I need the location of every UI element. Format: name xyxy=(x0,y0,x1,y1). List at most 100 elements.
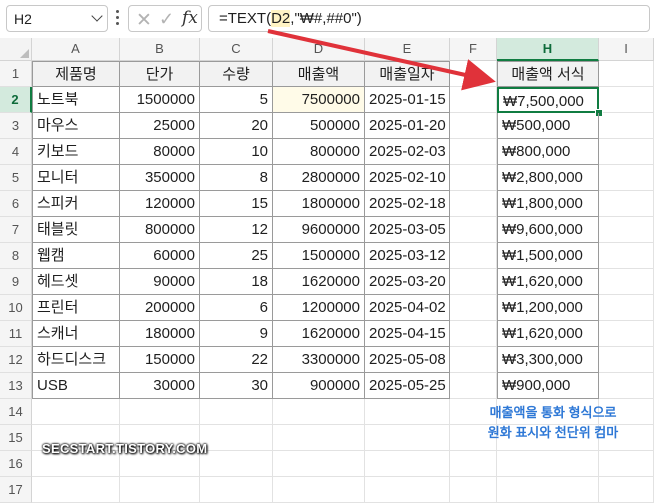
cell-h8[interactable]: ₩1,500,000 xyxy=(497,243,599,269)
table-header-a[interactable]: 제품명 xyxy=(32,61,120,87)
formula-text[interactable]: =TEXT(D2,"₩#,##0") xyxy=(219,10,362,27)
cell-d15[interactable] xyxy=(273,425,365,451)
cell-h17[interactable] xyxy=(497,477,599,503)
cell-i17[interactable] xyxy=(599,477,654,503)
cell-i9[interactable] xyxy=(599,269,654,295)
formula-input[interactable]: =TEXT(D2,"₩#,##0") xyxy=(208,5,650,32)
cell-b3[interactable]: 25000 xyxy=(120,113,200,139)
cell-d4[interactable]: 800000 xyxy=(273,139,365,165)
cell-e16[interactable] xyxy=(365,451,450,477)
cell-f17[interactable] xyxy=(450,477,497,503)
cell-e7[interactable]: 2025-03-05 xyxy=(365,217,450,243)
cell-f5[interactable] xyxy=(450,165,497,191)
cell-f4[interactable] xyxy=(450,139,497,165)
cell-i11[interactable] xyxy=(599,321,654,347)
cell-c8[interactable]: 25 xyxy=(200,243,273,269)
cell-d12[interactable]: 3300000 xyxy=(273,347,365,373)
cell-e14[interactable] xyxy=(365,399,450,425)
cell-a13[interactable]: USB xyxy=(32,373,120,399)
cell-a11[interactable]: 스캐너 xyxy=(32,321,120,347)
cell-a3[interactable]: 마우스 xyxy=(32,113,120,139)
cell-f12[interactable] xyxy=(450,347,497,373)
check-icon[interactable]: ✓ xyxy=(159,9,174,30)
select-all-corner[interactable] xyxy=(0,38,32,61)
cell-d5[interactable]: 2800000 xyxy=(273,165,365,191)
cell-b17[interactable] xyxy=(120,477,200,503)
cell-a9[interactable]: 헤드셋 xyxy=(32,269,120,295)
cell-d7[interactable]: 9600000 xyxy=(273,217,365,243)
row-header-5[interactable]: 5 xyxy=(0,165,32,191)
cell-i7[interactable] xyxy=(599,217,654,243)
cell-e13[interactable]: 2025-05-25 xyxy=(365,373,450,399)
table-header-b[interactable]: 단가 xyxy=(120,61,200,87)
cell-e10[interactable]: 2025-04-02 xyxy=(365,295,450,321)
cell-a10[interactable]: 프린터 xyxy=(32,295,120,321)
cell-h12[interactable]: ₩3,300,000 xyxy=(497,347,599,373)
cell-c2[interactable]: 5 xyxy=(200,87,273,113)
cell-c17[interactable] xyxy=(200,477,273,503)
active-cell-h2[interactable]: ₩7,500,000 xyxy=(497,87,599,113)
cell-f13[interactable] xyxy=(450,373,497,399)
cell-e6[interactable]: 2025-02-18 xyxy=(365,191,450,217)
cell-c14[interactable] xyxy=(200,399,273,425)
cell-b11[interactable]: 180000 xyxy=(120,321,200,347)
table-header-e[interactable]: 매출일자 xyxy=(365,61,450,87)
cell-d16[interactable] xyxy=(273,451,365,477)
cell-h11[interactable]: ₩1,620,000 xyxy=(497,321,599,347)
cell-d11[interactable]: 1620000 xyxy=(273,321,365,347)
cell-a6[interactable]: 스피커 xyxy=(32,191,120,217)
cell-b5[interactable]: 350000 xyxy=(120,165,200,191)
cell-c4[interactable]: 10 xyxy=(200,139,273,165)
cell-b14[interactable] xyxy=(120,399,200,425)
row-header-4[interactable]: 4 xyxy=(0,139,32,165)
cell-h7[interactable]: ₩9,600,000 xyxy=(497,217,599,243)
cell-i2[interactable] xyxy=(599,87,654,113)
column-header-i[interactable]: I xyxy=(599,38,654,61)
cell-c12[interactable]: 22 xyxy=(200,347,273,373)
cell-h13[interactable]: ₩900,000 xyxy=(497,373,599,399)
cell-i3[interactable] xyxy=(599,113,654,139)
cell-i16[interactable] xyxy=(599,451,654,477)
cell-e3[interactable]: 2025-01-20 xyxy=(365,113,450,139)
cell-d8[interactable]: 1500000 xyxy=(273,243,365,269)
cell-a12[interactable]: 하드디스크 xyxy=(32,347,120,373)
cell-a5[interactable]: 모니터 xyxy=(32,165,120,191)
cell-c5[interactable]: 8 xyxy=(200,165,273,191)
cell-c11[interactable]: 9 xyxy=(200,321,273,347)
cell-i10[interactable] xyxy=(599,295,654,321)
cell-c3[interactable]: 20 xyxy=(200,113,273,139)
insert-function-button[interactable]: fx xyxy=(182,8,198,28)
cell-f7[interactable] xyxy=(450,217,497,243)
cell-h9[interactable]: ₩1,620,000 xyxy=(497,269,599,295)
cell-f1[interactable] xyxy=(450,61,497,87)
cell-d14[interactable] xyxy=(273,399,365,425)
table-header-h[interactable]: 매출액 서식 xyxy=(497,61,599,87)
cell-i1[interactable] xyxy=(599,61,654,87)
cell-f11[interactable] xyxy=(450,321,497,347)
cell-a4[interactable]: 키보드 xyxy=(32,139,120,165)
cell-d6[interactable]: 1800000 xyxy=(273,191,365,217)
cell-h4[interactable]: ₩800,000 xyxy=(497,139,599,165)
cell-h5[interactable]: ₩2,800,000 xyxy=(497,165,599,191)
row-header-12[interactable]: 12 xyxy=(0,347,32,373)
row-header-15[interactable]: 15 xyxy=(0,425,32,451)
row-header-16[interactable]: 16 xyxy=(0,451,32,477)
cell-f16[interactable] xyxy=(450,451,497,477)
row-header-3[interactable]: 3 xyxy=(0,113,32,139)
cell-f2[interactable] xyxy=(450,87,497,113)
row-header-1[interactable]: 1 xyxy=(0,61,32,87)
row-header-2[interactable]: 2 xyxy=(0,87,32,113)
row-header-11[interactable]: 11 xyxy=(0,321,32,347)
cell-b10[interactable]: 200000 xyxy=(120,295,200,321)
cell-b13[interactable]: 30000 xyxy=(120,373,200,399)
cell-c7[interactable]: 12 xyxy=(200,217,273,243)
cell-e2[interactable]: 2025-01-15 xyxy=(365,87,450,113)
cell-e11[interactable]: 2025-04-15 xyxy=(365,321,450,347)
cell-c16[interactable] xyxy=(200,451,273,477)
cell-a17[interactable] xyxy=(32,477,120,503)
cell-c9[interactable]: 18 xyxy=(200,269,273,295)
cell-f8[interactable] xyxy=(450,243,497,269)
cell-e5[interactable]: 2025-02-10 xyxy=(365,165,450,191)
row-header-10[interactable]: 10 xyxy=(0,295,32,321)
cell-b12[interactable]: 150000 xyxy=(120,347,200,373)
